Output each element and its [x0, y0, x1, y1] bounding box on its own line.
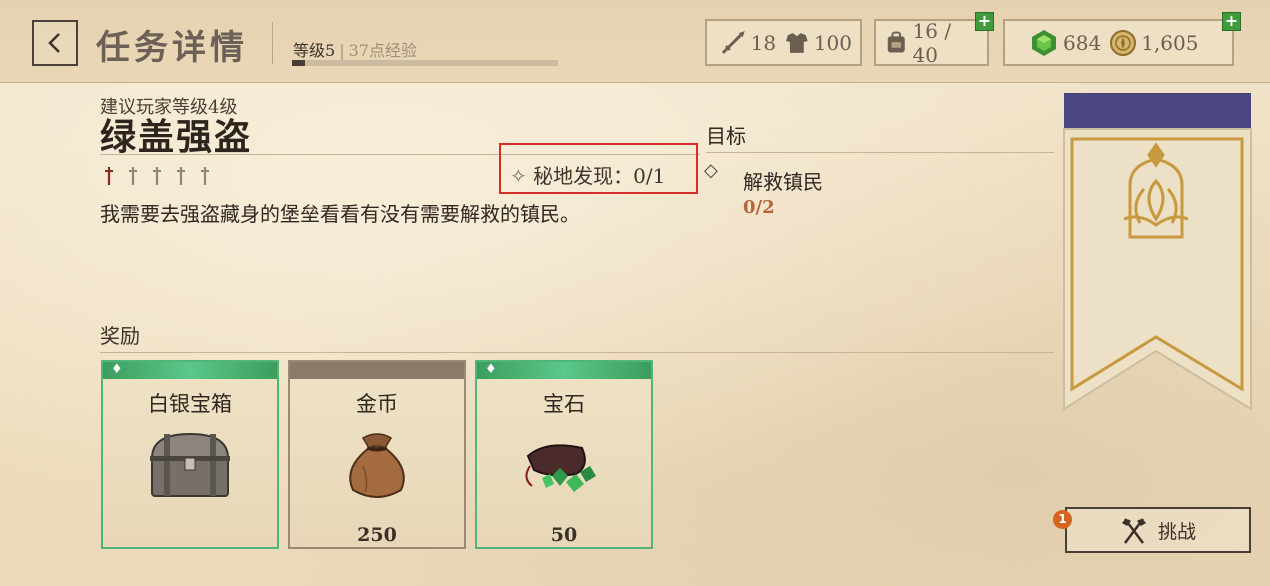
discovery-label: 秘地发现：0/1: [533, 164, 666, 188]
reward-quantity: 250: [357, 524, 397, 546]
page-title: 任务详情: [96, 28, 248, 68]
objective-diamond-icon: ◇: [704, 160, 718, 181]
inventory-stat[interactable]: 16 / 40: [874, 18, 989, 67]
divider: [100, 352, 1054, 353]
coin-bag-icon: [349, 433, 405, 498]
level-label: 等级5: [293, 41, 336, 60]
quest-description: 我需要去强盗藏身的堡垒看看有没有需要解救的镇民。: [100, 202, 580, 226]
dagger-empty-icon: [129, 167, 137, 185]
quest-banner: [1063, 93, 1252, 411]
challenge-button[interactable]: 挑战: [1065, 507, 1251, 553]
gems-value: 684: [1063, 30, 1102, 55]
chevron-left-icon: [48, 33, 60, 53]
divider: [706, 152, 1054, 153]
backpack-icon: [887, 31, 905, 52]
reward-card-gems[interactable]: ♦ 宝石 50: [475, 360, 653, 549]
xp-bar: [292, 60, 558, 66]
rarity-header: [290, 362, 464, 379]
gold-value: 1,605: [1141, 30, 1199, 55]
gem-pouch-icon: [525, 444, 596, 492]
silver-chest-icon: [150, 432, 230, 497]
notification-badge: 1: [1053, 510, 1072, 529]
level-info: 等级5 | 37点经验: [293, 41, 417, 60]
gem-icon: [1032, 29, 1056, 56]
quest-name: 绿盖强盗: [100, 116, 253, 158]
back-button[interactable]: [32, 20, 78, 66]
reward-name: 金币: [356, 392, 398, 416]
diamond-icon: ♦: [111, 362, 123, 377]
dagger-filled-icon: [105, 167, 113, 185]
diamond-icon: ♦: [485, 362, 497, 377]
inventory-value: 16 / 40: [912, 18, 952, 67]
compass-star-icon: ✧: [510, 164, 527, 188]
reward-name: 宝石: [543, 392, 585, 416]
discovery-progress: ✧ 秘地发现：0/1: [510, 160, 665, 189]
xp-label: 37点经验: [348, 41, 417, 60]
dagger-empty-icon: [153, 167, 161, 185]
combat-stats[interactable]: 18 100: [705, 19, 862, 66]
objectives-title: 目标: [706, 124, 746, 148]
xp-bar-fill: [292, 60, 306, 66]
crossed-axes-icon: [1121, 518, 1146, 544]
currency-stats[interactable]: 684 1,605: [1003, 19, 1234, 66]
reward-card-gold[interactable]: 金币 250: [288, 360, 466, 549]
title-divider: [272, 22, 273, 64]
reward-quantity: 50: [550, 524, 578, 546]
difficulty-rating: [104, 163, 214, 191]
gold-coin-icon: [1110, 29, 1137, 56]
objective-name: 解救镇民: [743, 170, 823, 194]
reward-name: 白银宝箱: [148, 392, 232, 416]
sword-icon: [721, 30, 745, 54]
attack-value: 18: [750, 30, 777, 55]
rewards-title: 奖励: [100, 324, 140, 348]
dagger-empty-icon: [201, 167, 209, 185]
armor-icon: [786, 32, 808, 53]
add-currency-button[interactable]: +: [1222, 12, 1241, 31]
dagger-empty-icon: [177, 167, 185, 185]
rarity-header: [103, 362, 277, 379]
objective-progress: 0/2: [743, 197, 775, 218]
rarity-header: [477, 362, 651, 379]
add-inventory-button[interactable]: +: [975, 12, 994, 31]
defense-value: 100: [813, 30, 852, 55]
reward-card-silver-chest[interactable]: ♦ 白银宝箱: [101, 360, 279, 549]
challenge-label: 挑战: [1157, 520, 1196, 543]
